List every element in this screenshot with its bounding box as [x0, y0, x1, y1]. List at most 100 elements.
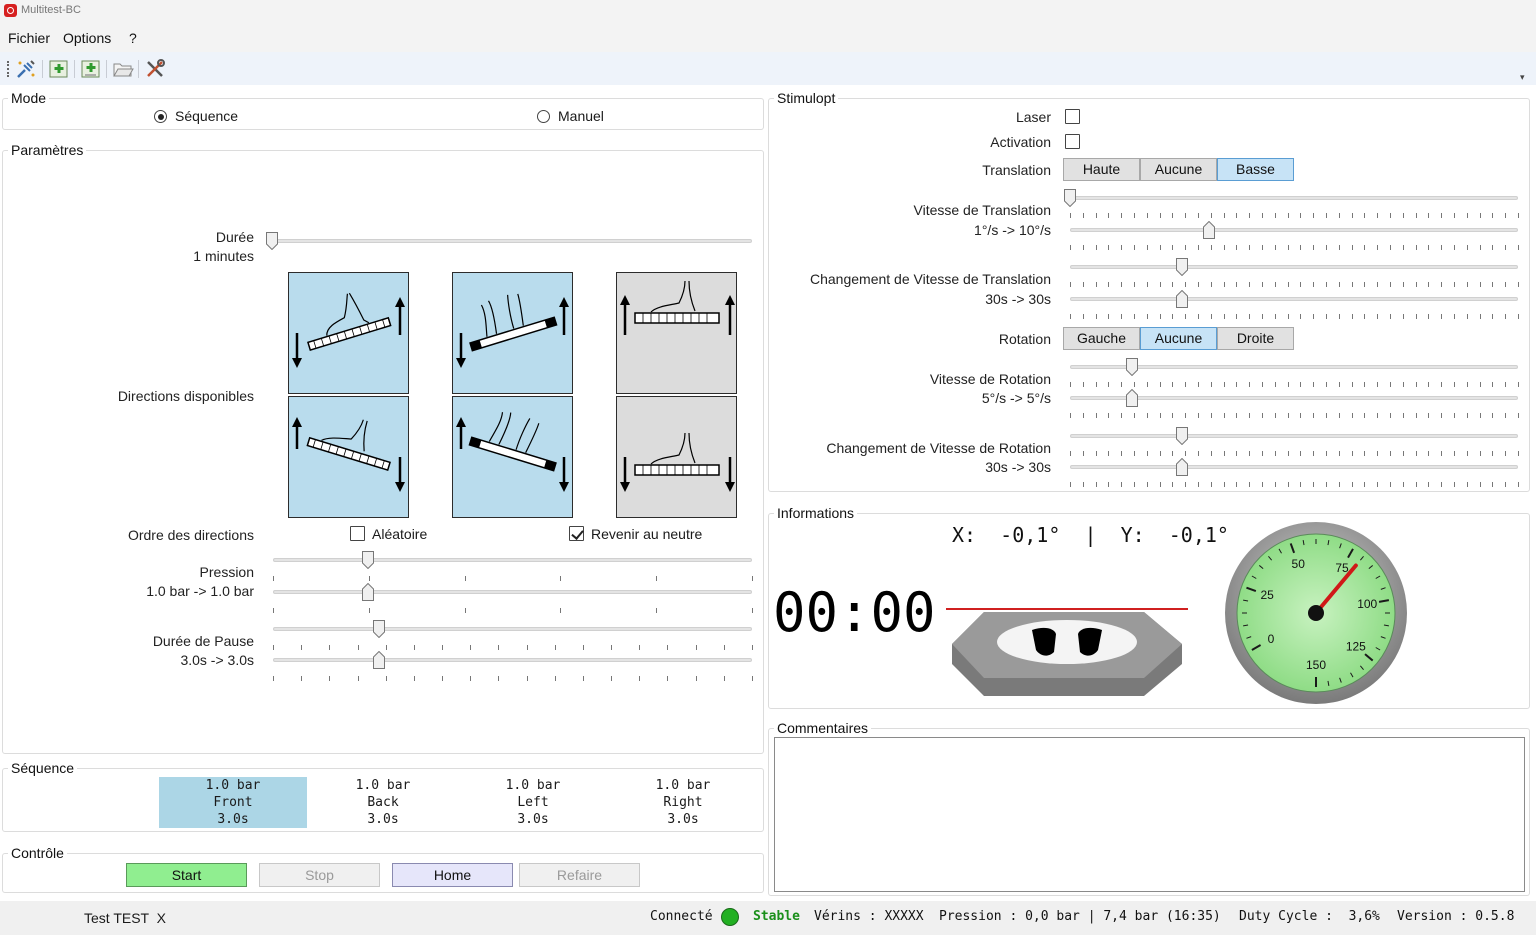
duration-slider-thumb[interactable] [266, 232, 278, 251]
home-button[interactable]: Home [392, 863, 513, 887]
slider-tick [1415, 482, 1417, 487]
trans-speed-min-slider-thumb[interactable] [1064, 189, 1076, 208]
trans-change-max-slider-thumb[interactable] [1176, 289, 1188, 308]
mode-manual-radio[interactable] [537, 110, 550, 123]
menu-fichier[interactable]: Fichier [8, 30, 50, 46]
user-label[interactable]: Test TEST X [84, 910, 166, 926]
rotation-droite-button[interactable]: Droite [1217, 327, 1294, 350]
slider-tick [1492, 482, 1494, 487]
slider-tick [1108, 282, 1110, 287]
open-folder-icon[interactable] [111, 57, 135, 81]
pause-max-slider-track[interactable] [273, 658, 752, 662]
mode-sequence-radio[interactable] [154, 110, 167, 123]
menu-help[interactable]: ? [129, 30, 137, 46]
rot-change-max-slider-track[interactable] [1070, 465, 1518, 469]
trans-change-max-slider-track[interactable] [1070, 297, 1518, 301]
slider-tick [1262, 282, 1263, 287]
slider-tick [1146, 413, 1148, 418]
slider-tick [1108, 451, 1110, 456]
add-patient-icon[interactable] [47, 57, 71, 81]
pressure-gauge: 0 25 50 75 100 125 150 [1225, 522, 1407, 704]
slider-tick [1274, 451, 1276, 456]
duration-slider-track[interactable] [273, 239, 752, 243]
trans-change-min-slider-track[interactable] [1070, 265, 1518, 269]
direction-tile-down[interactable] [616, 396, 737, 518]
trans-change-min-slider-thumb[interactable] [1176, 258, 1188, 277]
slider-tick [1146, 245, 1148, 250]
slider-tick [1249, 282, 1251, 287]
direction-tile-front[interactable] [288, 272, 409, 394]
mode-manual-label[interactable]: Manuel [558, 108, 604, 124]
sequence-item-right[interactable]: 1.0 bar Right 3.0s [609, 777, 757, 828]
rot-speed-min-slider-thumb[interactable] [1126, 358, 1138, 377]
neutral-label[interactable]: Revenir au neutre [591, 526, 702, 542]
direction-tile-front-both[interactable] [452, 272, 573, 394]
rot-speed-max-slider-thumb[interactable] [1126, 388, 1138, 407]
laser-checkbox[interactable] [1065, 109, 1080, 124]
slider-tick [1274, 282, 1276, 287]
translation-haute-button[interactable]: Haute [1063, 158, 1140, 181]
pause-min-slider-thumb[interactable] [373, 620, 385, 639]
pressure-min-slider-thumb[interactable] [362, 551, 374, 570]
seq-time: 3.0s [217, 812, 249, 827]
trans-speed-max-slider-track[interactable] [1070, 228, 1518, 232]
translation-basse-button[interactable]: Basse [1217, 158, 1294, 181]
sequence-item-front[interactable]: 1.0 bar Front 3.0s [159, 777, 307, 828]
slider-tick [1185, 451, 1187, 456]
redo-button[interactable]: Refaire [519, 863, 640, 887]
toolbar-overflow-icon[interactable]: ▾ [1520, 72, 1525, 83]
stop-button[interactable]: Stop [259, 863, 380, 887]
foot-tilt-front-icon [292, 292, 405, 368]
start-button[interactable]: Start [126, 863, 247, 887]
translation-aucune-button[interactable]: Aucune [1140, 158, 1217, 181]
direction-tile-back-both[interactable] [452, 396, 573, 518]
slider-tick [1377, 482, 1379, 487]
pressure-max-slider-track[interactable] [273, 590, 752, 594]
toolbar-grip[interactable] [7, 61, 9, 77]
add-test-icon[interactable] [79, 57, 103, 81]
rotation-aucune-button[interactable]: Aucune [1140, 327, 1217, 350]
slider-tick [1338, 451, 1340, 456]
sequence-item-left[interactable]: 1.0 bar Left 3.0s [459, 777, 607, 828]
random-checkbox[interactable] [350, 526, 365, 541]
rot-change-min-slider-thumb[interactable] [1176, 427, 1188, 446]
pause-min-slider-track[interactable] [273, 627, 752, 631]
pressure-min-slider-track[interactable] [273, 558, 752, 562]
slider-tick [1108, 314, 1110, 319]
slider-tick [1262, 451, 1263, 456]
sequence-group-title: Séquence [8, 760, 78, 776]
slider-tick [1441, 451, 1443, 456]
settings-tools-icon[interactable] [143, 57, 167, 81]
slider-tick [1300, 282, 1302, 287]
slider-tick [1441, 482, 1443, 487]
activation-checkbox[interactable] [1065, 134, 1080, 149]
direction-tile-back[interactable] [288, 396, 409, 518]
trans-speed-min-slider-track[interactable] [1070, 196, 1518, 200]
trans-speed-max-slider-thumb[interactable] [1203, 220, 1215, 239]
slider-tick [1287, 382, 1289, 387]
slider-tick [1172, 482, 1174, 487]
slider-tick [1313, 213, 1315, 218]
slider-tick [1274, 245, 1276, 250]
pause-max-slider-thumb[interactable] [373, 650, 385, 669]
connect-icon[interactable] [14, 57, 38, 81]
mode-sequence-label[interactable]: Séquence [175, 108, 238, 124]
slider-tick [1249, 245, 1251, 250]
slider-tick [752, 645, 753, 650]
pressure-max-slider-thumb[interactable] [362, 582, 374, 601]
rotation-gauche-button[interactable]: Gauche [1063, 327, 1140, 350]
direction-tile-up[interactable] [616, 272, 737, 394]
rot-change-min-slider-track[interactable] [1070, 434, 1518, 438]
slider-tick [1338, 314, 1340, 319]
menu-options[interactable]: Options [63, 30, 111, 46]
comments-textarea[interactable] [774, 737, 1525, 892]
slider-tick [1172, 245, 1174, 250]
slider-tick [1082, 451, 1084, 456]
slider-tick [1492, 314, 1494, 319]
rot-change-max-slider-thumb[interactable] [1176, 457, 1188, 476]
random-label[interactable]: Aléatoire [372, 526, 427, 542]
neutral-checkbox[interactable] [569, 526, 584, 541]
slider-tick [1070, 413, 1071, 418]
sequence-item-back[interactable]: 1.0 bar Back 3.0s [309, 777, 457, 828]
slider-tick [1262, 413, 1263, 418]
